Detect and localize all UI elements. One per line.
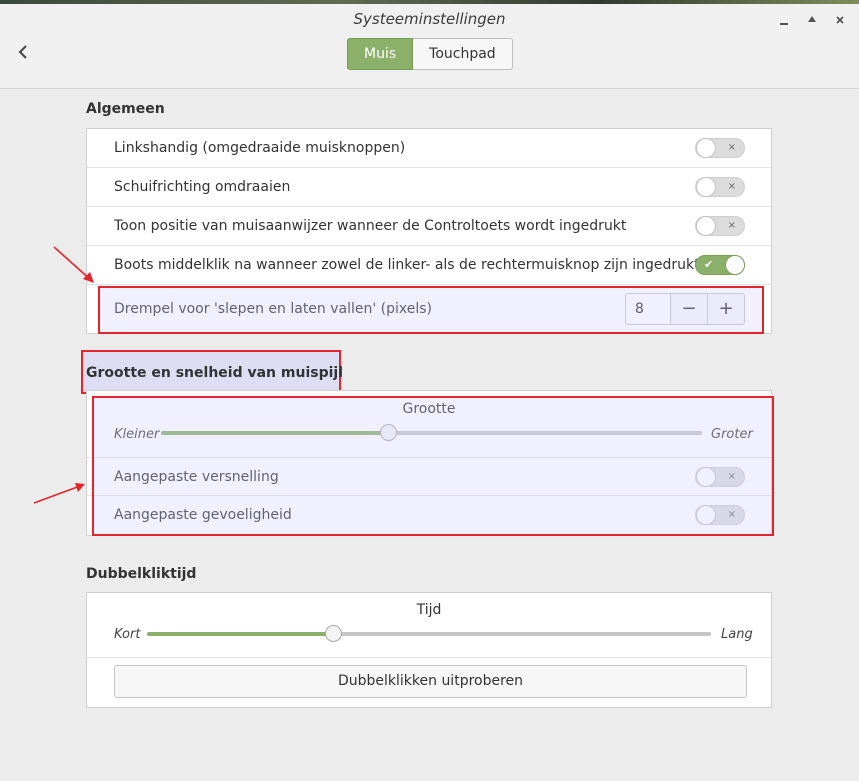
left-handed-toggle[interactable]: × bbox=[695, 138, 745, 158]
time-slider-track[interactable] bbox=[147, 625, 711, 642]
section-heading-doubleclick: Dubbelkliktijd bbox=[86, 566, 197, 582]
check-icon: ✔ bbox=[704, 258, 714, 271]
row-locate-pointer: Toon positie van muisaanwijzer wanneer d… bbox=[87, 207, 771, 246]
back-button[interactable] bbox=[12, 42, 34, 66]
close-icon[interactable] bbox=[832, 12, 848, 28]
maximize-icon[interactable] bbox=[804, 12, 820, 28]
time-slider-fill bbox=[147, 632, 334, 636]
row-reverse-scroll: Schuifrichting omdraaien × bbox=[87, 168, 771, 207]
locate-pointer-toggle[interactable]: × bbox=[695, 216, 745, 236]
row-left-handed: Linkshandig (omgedraaide muisknoppen) × bbox=[87, 129, 771, 168]
section-heading-algemeen: Algemeen bbox=[86, 101, 165, 117]
tab-muis[interactable]: Muis bbox=[347, 38, 414, 70]
toggle-off-icon: × bbox=[727, 142, 736, 153]
time-min-label: Kort bbox=[114, 627, 141, 642]
time-slider-title: Tijd bbox=[416, 602, 442, 618]
page-switcher: Muis Touchpad bbox=[347, 38, 513, 70]
annotation-arrow-icon bbox=[33, 483, 85, 504]
time-slider-handle[interactable] bbox=[325, 625, 343, 642]
row-label: Boots middelklik na wanneer zowel de lin… bbox=[114, 257, 700, 273]
divider bbox=[87, 657, 771, 658]
annotation-box-pointer bbox=[92, 396, 774, 536]
toggle-off-icon: × bbox=[727, 220, 736, 231]
minimize-icon[interactable] bbox=[776, 12, 792, 28]
header-bar: Systeeminstellingen Muis Touchpad bbox=[0, 4, 859, 89]
row-label: Schuifrichting omdraaien bbox=[114, 179, 291, 195]
toggle-off-icon: × bbox=[727, 181, 736, 192]
reverse-scroll-toggle[interactable]: × bbox=[695, 177, 745, 197]
tab-touchpad[interactable]: Touchpad bbox=[413, 38, 513, 70]
annotation-box-threshold bbox=[98, 286, 764, 334]
middle-click-toggle[interactable]: ✔ bbox=[695, 255, 745, 275]
doubleclick-panel: Tijd Kort Lang Dubbelklikken uitproberen bbox=[86, 592, 772, 708]
row-label: Toon positie van muisaanwijzer wanneer d… bbox=[114, 218, 627, 234]
row-label: Linkshandig (omgedraaide muisknoppen) bbox=[114, 140, 406, 156]
section-heading-pointer: Grootte en snelheid van muispijl bbox=[86, 365, 343, 381]
test-doubleclick-button[interactable]: Dubbelklikken uitproberen bbox=[114, 665, 747, 698]
annotation-arrow-icon bbox=[53, 246, 94, 283]
chevron-left-icon bbox=[18, 45, 27, 59]
window-title: Systeeminstellingen bbox=[353, 10, 506, 28]
time-max-label: Lang bbox=[721, 627, 753, 642]
row-middle-click-emulation: Boots middelklik na wanneer zowel de lin… bbox=[87, 246, 771, 285]
